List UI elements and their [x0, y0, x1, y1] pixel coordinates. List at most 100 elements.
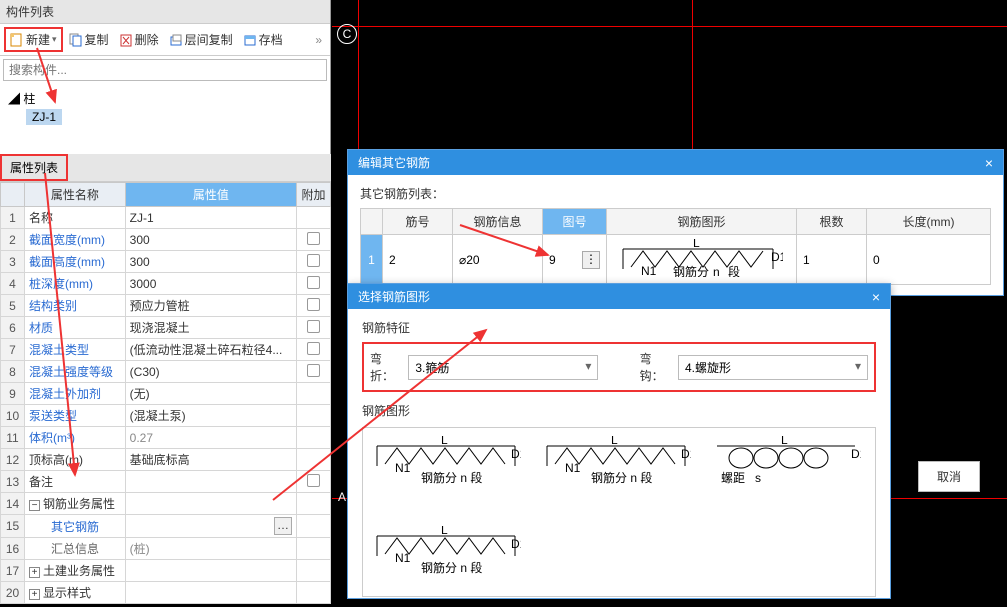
layer-copy-button[interactable]: 层间复制: [165, 29, 237, 50]
prop-value[interactable]: 预应力管桩: [125, 295, 296, 317]
property-row[interactable]: 3截面高度(mm)300: [1, 251, 331, 273]
close-icon[interactable]: ×: [985, 155, 993, 171]
prop-extra[interactable]: [297, 251, 331, 273]
tree-root[interactable]: ◢ 柱: [8, 88, 322, 109]
copy-button[interactable]: 复制: [65, 29, 113, 50]
prop-extra[interactable]: [297, 207, 331, 229]
dialog-titlebar[interactable]: 编辑其它钢筋 ×: [348, 150, 1003, 175]
prop-value[interactable]: 0.27: [125, 427, 296, 449]
rebar-row[interactable]: 1 2 ⌀20 9 ⋮ L N1: [361, 235, 991, 285]
cancel-button[interactable]: 取消: [918, 461, 980, 492]
property-row[interactable]: 2截面宽度(mm)300: [1, 229, 331, 251]
prop-extra[interactable]: [297, 449, 331, 471]
delete-button[interactable]: 删除: [115, 29, 163, 50]
prop-extra[interactable]: [297, 361, 331, 383]
prop-value[interactable]: (低流动性混凝土碎石粒径4...: [125, 339, 296, 361]
prop-extra[interactable]: [297, 229, 331, 251]
prop-extra[interactable]: [297, 538, 331, 560]
prop-value[interactable]: (无): [125, 383, 296, 405]
prop-value[interactable]: 300: [125, 229, 296, 251]
tree-leaf-zj1[interactable]: ZJ-1: [26, 109, 62, 125]
prop-extra[interactable]: [297, 273, 331, 295]
expand-icon[interactable]: −: [29, 500, 40, 511]
svg-text:N1: N1: [565, 461, 581, 475]
property-row[interactable]: 12顶标高(m)基础底标高: [1, 449, 331, 471]
property-row[interactable]: 9混凝土外加剂(无): [1, 383, 331, 405]
expand-icon[interactable]: +: [29, 589, 40, 600]
checkbox[interactable]: [307, 298, 320, 311]
cell-count[interactable]: 1: [797, 235, 867, 285]
ellipsis-button[interactable]: …: [274, 517, 292, 535]
property-row[interactable]: 14−钢筋业务属性: [1, 493, 331, 515]
layer-copy-icon: [169, 33, 183, 47]
hook-select[interactable]: 4.螺旋形: [678, 355, 868, 380]
prop-value[interactable]: 基础底标高: [125, 449, 296, 471]
prop-extra[interactable]: [297, 471, 331, 493]
dialog-titlebar[interactable]: 选择钢筋图形 ×: [348, 284, 890, 309]
property-row[interactable]: 15其它钢筋…: [1, 515, 331, 538]
new-button[interactable]: 新建 ▾: [4, 27, 63, 52]
shape-grid[interactable]: LN1D1钢筋分 n 段 LN1D1钢筋分 n 段 LD1螺距s LN1D1钢筋…: [362, 427, 876, 597]
prop-value[interactable]: [125, 471, 296, 493]
checkbox[interactable]: [307, 232, 320, 245]
prop-value[interactable]: [125, 582, 296, 604]
prop-extra[interactable]: [297, 383, 331, 405]
shape-option[interactable]: LD1螺距s: [711, 436, 861, 506]
property-row[interactable]: 5结构类别预应力管桩: [1, 295, 331, 317]
cell-info[interactable]: ⌀20: [453, 235, 543, 285]
property-row[interactable]: 1名称ZJ-1: [1, 207, 331, 229]
component-tree[interactable]: ◢ 柱 ZJ-1: [0, 84, 330, 129]
prop-value[interactable]: …: [125, 515, 296, 538]
property-row[interactable]: 6材质现浇混凝土: [1, 317, 331, 339]
property-row[interactable]: 10泵送类型(混凝土泵): [1, 405, 331, 427]
property-row[interactable]: 11体积(m³)0.27: [1, 427, 331, 449]
checkbox[interactable]: [307, 276, 320, 289]
row-num: 8: [1, 361, 25, 383]
prop-extra[interactable]: [297, 317, 331, 339]
checkbox[interactable]: [307, 364, 320, 377]
prop-extra[interactable]: [297, 493, 331, 515]
prop-value[interactable]: (C30): [125, 361, 296, 383]
cell-code[interactable]: 2: [383, 235, 453, 285]
shape-option[interactable]: LN1D1钢筋分 n 段: [541, 436, 691, 506]
checkbox[interactable]: [307, 320, 320, 333]
prop-extra[interactable]: [297, 339, 331, 361]
expand-icon[interactable]: +: [29, 567, 40, 578]
property-row[interactable]: 8混凝土强度等级(C30): [1, 361, 331, 383]
prop-value[interactable]: [125, 560, 296, 582]
figno-picker-button[interactable]: ⋮: [582, 251, 600, 269]
property-row[interactable]: 16汇总信息(桩): [1, 538, 331, 560]
col-figno[interactable]: 图号: [543, 209, 607, 235]
prop-value[interactable]: [125, 493, 296, 515]
archive-button[interactable]: 存档: [239, 29, 287, 50]
checkbox[interactable]: [307, 342, 320, 355]
shape-option[interactable]: LN1D1钢筋分 n 段: [371, 436, 521, 506]
archive-icon: [243, 33, 257, 47]
prop-extra[interactable]: [297, 295, 331, 317]
prop-value[interactable]: ZJ-1: [125, 207, 296, 229]
cell-figno[interactable]: 9 ⋮: [543, 235, 607, 285]
property-row[interactable]: 20+显示样式: [1, 582, 331, 604]
prop-extra[interactable]: [297, 560, 331, 582]
prop-extra[interactable]: [297, 582, 331, 604]
property-row[interactable]: 13备注: [1, 471, 331, 493]
prop-value[interactable]: (混凝土泵): [125, 405, 296, 427]
checkbox[interactable]: [307, 474, 320, 487]
property-row[interactable]: 17+土建业务属性: [1, 560, 331, 582]
close-icon[interactable]: ×: [872, 289, 880, 305]
checkbox[interactable]: [307, 254, 320, 267]
prop-value[interactable]: 300: [125, 251, 296, 273]
shape-option[interactable]: LN1D1钢筋分 n 段: [371, 526, 521, 596]
prop-extra[interactable]: [297, 515, 331, 538]
prop-value[interactable]: (桩): [125, 538, 296, 560]
search-input[interactable]: [3, 59, 327, 81]
prop-value[interactable]: 3000: [125, 273, 296, 295]
cell-length[interactable]: 0: [867, 235, 991, 285]
prop-extra[interactable]: [297, 405, 331, 427]
property-row[interactable]: 4桩深度(mm)3000: [1, 273, 331, 295]
panel-chevron-icon[interactable]: »: [311, 33, 326, 47]
prop-extra[interactable]: [297, 427, 331, 449]
bend-select[interactable]: 3.箍筋: [408, 355, 598, 380]
property-row[interactable]: 7混凝土类型(低流动性混凝土碎石粒径4...: [1, 339, 331, 361]
prop-value[interactable]: 现浇混凝土: [125, 317, 296, 339]
